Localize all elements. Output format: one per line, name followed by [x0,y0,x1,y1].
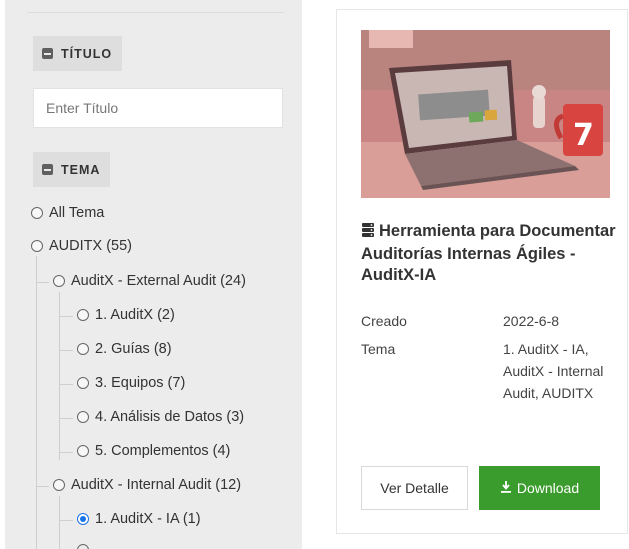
tema-value: 1. AuditX - IA, AuditX - Internal Audit,… [503,341,604,401]
radio-button[interactable] [77,343,89,355]
radio-button[interactable] [77,377,89,389]
tree-line [59,384,73,385]
laptop-image: 7 [361,30,610,198]
option-label: 2. Guías (8) [95,341,172,357]
database-icon [361,222,375,244]
radio-button[interactable] [77,445,89,457]
tree-line [36,486,49,487]
option-label: 4. Análisis de Datos (3) [95,409,245,425]
radio-button[interactable] [31,240,43,252]
divider [27,12,284,13]
filter-sidebar: TÍTULO TEMA All Tema AUDITX (55) AuditX … [5,0,302,549]
card-title[interactable]: Herramienta para Documentar Auditorías I… [361,221,623,286]
titulo-input[interactable] [33,88,283,128]
radio-button[interactable] [77,544,89,549]
download-icon [500,480,512,496]
radio-button[interactable] [31,207,43,219]
tree-line [59,496,60,549]
card-title-text: Herramienta para Documentar Auditorías I… [361,222,616,284]
option-label: AuditX - External Audit (24) [71,273,246,289]
option-label: 1. AuditX - IA (1) [95,511,201,527]
ver-detalle-button[interactable]: Ver Detalle [361,466,468,510]
card-thumbnail[interactable]: 7 [361,30,610,198]
tema-option-external-audit[interactable]: AuditX - External Audit (24) [53,273,246,289]
option-label: 5. Complementos (4) [95,443,231,459]
tree-line [59,316,73,317]
tema-header-label: TEMA [61,162,101,177]
tema-option-equipos[interactable]: 3. Equipos (7) [77,375,185,391]
radio-button[interactable] [53,479,65,491]
radio-button[interactable] [53,275,65,287]
tema-label: Tema [361,341,396,357]
tree-line [36,256,37,549]
tema-option-guias[interactable]: 2. Guías (8) [77,341,172,357]
tema-option-all[interactable]: All Tema [31,205,104,221]
option-label: 3. Equipos (7) [95,375,186,391]
titulo-header[interactable]: TÍTULO [33,36,123,71]
titulo-header-label: TÍTULO [61,46,113,61]
result-card: 7 Herramienta para Documentar Auditorías… [336,9,628,534]
tema-option-int-auditx-ia[interactable]: 1. AuditX - IA (1) [77,511,201,527]
tema-option-auditx[interactable]: AUDITX (55) [31,238,132,254]
collapse-icon [42,48,53,59]
radio-button[interactable] [77,411,89,423]
tree-line [59,520,73,521]
download-button[interactable]: Download [479,466,600,510]
option-label: AuditX - Internal Audit (12) [71,477,242,493]
ver-detalle-label: Ver Detalle [380,480,449,496]
creado-label: Creado [361,313,407,329]
tree-line [59,418,73,419]
tema-option-ext-auditx[interactable]: 1. AuditX (2) [77,307,175,323]
option-label: All Tema [49,205,105,221]
radio-button[interactable] [77,309,89,321]
tema-option-analisis[interactable]: 4. Análisis de Datos (3) [77,409,244,425]
download-label: Download [516,480,580,496]
tree-line [59,292,60,460]
tree-line [36,282,49,283]
tema-header[interactable]: TEMA [33,152,111,187]
tema-option-internal-audit[interactable]: AuditX - Internal Audit (12) [53,477,241,493]
option-label: AUDITX (55) [49,238,132,254]
radio-button-selected[interactable] [77,513,89,525]
option-label: 1. AuditX (2) [95,307,175,323]
tema-option-complementos[interactable]: 5. Complementos (4) [77,443,230,459]
mug-number: 7 [573,118,594,153]
collapse-icon [42,164,53,175]
tree-line [59,350,73,351]
tree-line [59,452,73,453]
creado-value: 2022-6-8 [503,313,560,329]
